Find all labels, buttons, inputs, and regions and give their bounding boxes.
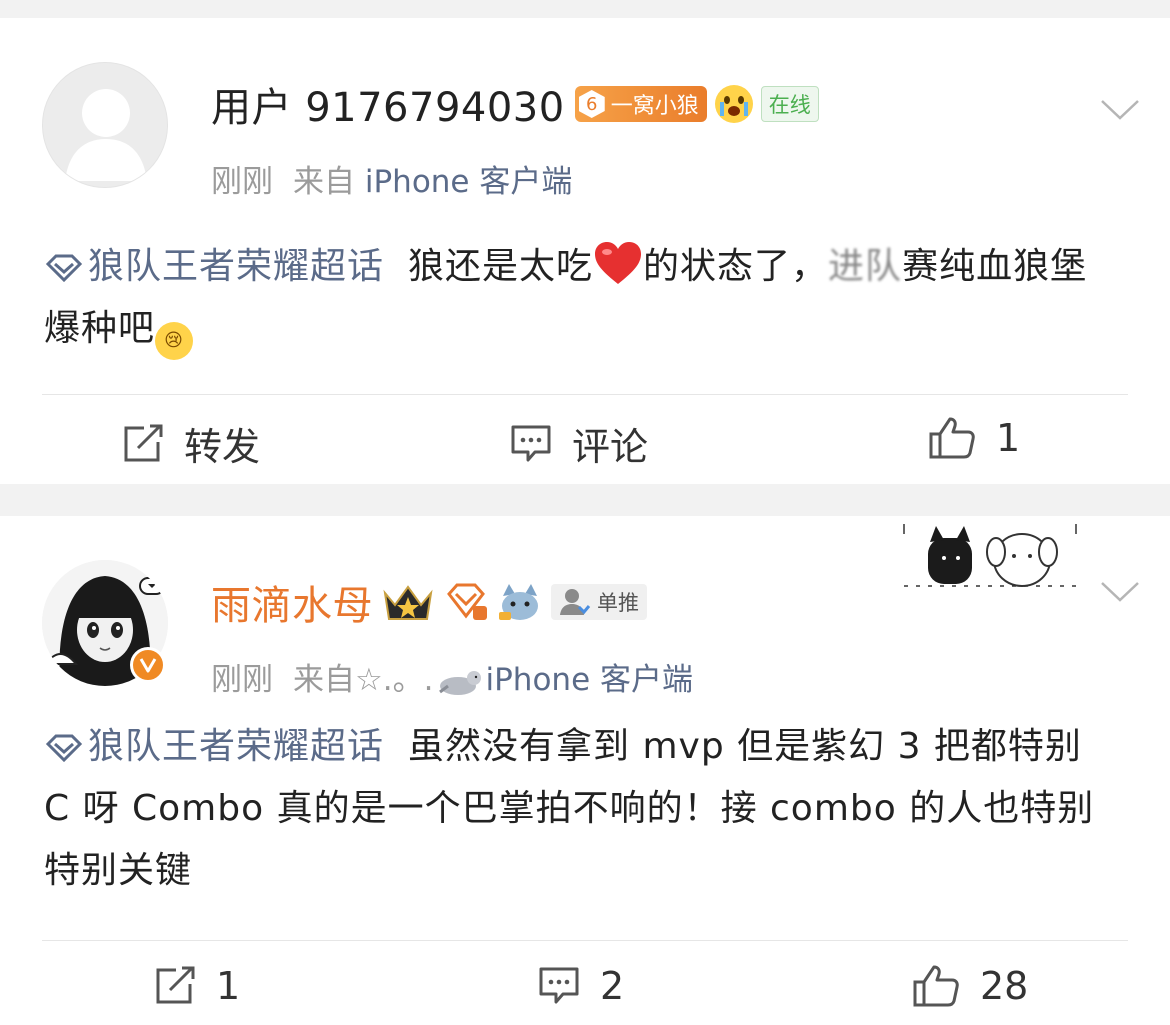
like-count: 28 <box>980 964 1029 1008</box>
post-source: 来自 iPhone 客户端 <box>293 164 573 200</box>
crying-face-icon <box>714 85 753 123</box>
cat-mascot-icon <box>497 582 543 622</box>
crown-icon <box>381 581 435 623</box>
post-actions: 转发 评论 1 <box>0 416 1170 476</box>
dan-tag[interactable]: 单推 <box>551 584 647 620</box>
topic-diamond-icon <box>45 254 83 282</box>
post-time: 刚刚 <box>211 164 273 200</box>
divider <box>42 394 1128 395</box>
comment-icon <box>511 425 551 461</box>
online-status-badge: 在线 <box>760 86 819 122</box>
post-card[interactable]: 用户 9176794030 6 一窝小狼 在线 刚刚 来自 iPhone 客户端… <box>0 18 1170 484</box>
fan-badge[interactable]: 6 一窝小狼 <box>574 86 707 122</box>
sticker-decoration <box>900 522 1080 594</box>
post-card[interactable]: 雨滴水母 单推 刚刚 来自☆.。. iPhone 客户端 狼队王者荣耀超话 虽然没有… <box>0 516 1170 1025</box>
user-header: 用户 9176794030 6 一窝小狼 在线 <box>211 75 819 133</box>
fan-badge-label: 一窝小狼 <box>610 94 699 119</box>
dan-label: 单推 <box>597 591 639 615</box>
comment-icon <box>539 967 579 1004</box>
fan-diamond-icon <box>443 582 489 622</box>
comment-button[interactable]: 评论 <box>510 416 648 471</box>
post-meta: 刚刚 来自 iPhone 客户端 <box>211 156 572 201</box>
comment-label: 评论 <box>572 425 649 469</box>
user-header: 雨滴水母 单推 <box>211 573 647 631</box>
post-text: 狼队王者荣耀超话 狼还是太吃 的状态了，进队赛纯血狼堡爆种吧 😢 <box>44 236 1110 360</box>
thumbs-up-icon <box>913 965 959 1007</box>
fan-level: 6 <box>578 90 605 118</box>
comment-button[interactable]: 2 <box>538 964 624 1008</box>
repost-button[interactable]: 转发 <box>122 416 260 471</box>
user-follow-icon <box>560 589 591 615</box>
section-gap <box>0 484 1170 516</box>
seal-emoji-icon <box>438 671 481 695</box>
chevron-down-icon[interactable] <box>1100 580 1140 604</box>
like-button[interactable]: 1 <box>928 416 1020 460</box>
username[interactable]: 雨滴水母 <box>211 573 373 631</box>
thumbs-up-icon <box>929 417 975 459</box>
crying-face-icon: 😢 <box>155 322 194 360</box>
topic-link[interactable]: 狼队王者荣耀超话 <box>44 246 384 287</box>
post-meta: 刚刚 来自☆.。. iPhone 客户端 <box>211 654 693 699</box>
topic-diamond-icon <box>45 734 83 762</box>
heart-icon <box>595 242 642 284</box>
post-source: 来自☆.。. iPhone 客户端 <box>293 662 693 698</box>
username[interactable]: 用户 9176794030 <box>211 75 565 133</box>
divider <box>42 940 1128 941</box>
post-text: 狼队王者荣耀超话 虽然没有拿到 mvp 但是紫幻 3 把都特别 C 呀 Combo… <box>44 726 1095 891</box>
comment-count: 2 <box>600 964 625 1008</box>
post-time: 刚刚 <box>211 662 273 698</box>
repost-count: 1 <box>216 964 241 1008</box>
repost-icon <box>156 966 195 1004</box>
default-avatar-icon <box>65 89 147 181</box>
verified-badge-icon <box>130 647 166 683</box>
top-gap <box>0 0 1170 18</box>
post-actions: 1 2 28 <box>0 964 1170 1024</box>
like-button[interactable]: 28 <box>912 964 1028 1008</box>
repost-icon <box>124 424 163 461</box>
avatar[interactable] <box>42 62 168 188</box>
repost-button[interactable]: 1 <box>154 964 240 1008</box>
like-count: 1 <box>996 416 1021 460</box>
topic-link[interactable]: 狼队王者荣耀超话 <box>44 726 384 767</box>
repost-label: 转发 <box>184 425 261 469</box>
chevron-down-icon[interactable] <box>1100 98 1140 122</box>
